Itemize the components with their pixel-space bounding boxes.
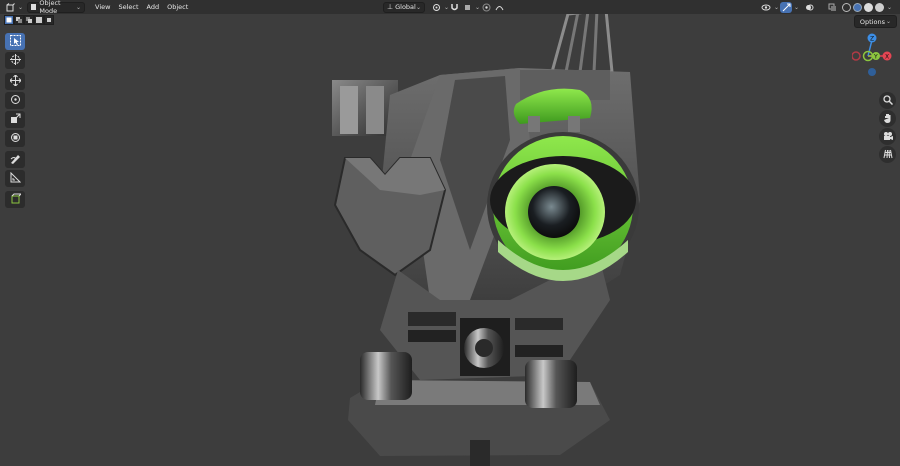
mode-label: Object Mode <box>39 0 61 15</box>
rotate-tool[interactable] <box>5 92 25 109</box>
measure-tool[interactable] <box>5 170 25 187</box>
scale-tool[interactable] <box>5 111 25 128</box>
menu-add[interactable]: Add <box>143 2 164 13</box>
camera-icon <box>883 131 893 143</box>
cursor-tool[interactable] <box>5 52 25 69</box>
navigation-gizmo: Z Y X <box>852 32 896 182</box>
chevron-down-icon: ⌄ <box>76 3 82 11</box>
solid-icon[interactable] <box>853 2 862 12</box>
antenna-grille <box>550 8 614 74</box>
chevron-down-icon: ⌄ <box>794 3 800 11</box>
zoom-button[interactable] <box>879 92 896 109</box>
menu-view[interactable]: View <box>91 2 114 13</box>
transform-tool[interactable] <box>5 130 25 147</box>
xray-toggle[interactable] <box>826 2 838 13</box>
select-box-tool[interactable] <box>5 33 25 50</box>
options-label: Options <box>859 17 885 26</box>
3d-viewport[interactable]: ⌄ Object Mode ⌄ View Select Add Object ⊥… <box>0 0 900 466</box>
visibility-selector[interactable]: ⌄ <box>760 2 779 13</box>
proportional-edit-icon <box>480 2 492 13</box>
axis-gizmo[interactable]: Z Y X <box>852 32 896 82</box>
shading-mode-group: ⌄ <box>842 2 892 12</box>
selection-mode-row <box>4 15 54 26</box>
menu-object[interactable]: Object <box>163 2 192 13</box>
grid-icon <box>883 149 893 161</box>
chevron-down-icon[interactable]: ⌄ <box>887 4 892 11</box>
chevron-down-icon: ⌄ <box>885 18 891 25</box>
select-new-icon[interactable] <box>4 15 14 25</box>
editor-type-selector[interactable]: ⌄ <box>4 2 23 13</box>
tool-shelf <box>5 33 25 210</box>
chevron-down-icon: ⌄ <box>18 3 24 11</box>
magnet-icon <box>448 2 460 13</box>
orientation-icon: ⊥ <box>387 3 394 11</box>
pan-button[interactable] <box>879 110 896 127</box>
falloff-icon <box>493 2 505 13</box>
chevron-down-icon: ⌄ <box>774 3 780 11</box>
gizmo-z-label: Z <box>870 36 874 43</box>
menu-select[interactable]: Select <box>114 2 142 13</box>
gizmo-toggle[interactable]: ⌄ <box>780 1 800 13</box>
zoom-icon <box>882 94 893 107</box>
material-icon[interactable] <box>864 2 873 12</box>
snap-target-icon <box>461 2 473 13</box>
snap-toggle[interactable]: ⌄ <box>448 2 480 13</box>
viewport-header: ⌄ Object Mode ⌄ View Select Add Object ⊥… <box>0 0 900 15</box>
select-invert-icon[interactable] <box>34 15 44 25</box>
proportional-edit-toggle[interactable] <box>480 2 505 13</box>
annotate-tool[interactable] <box>5 151 25 168</box>
robot-eye-render <box>332 8 640 466</box>
overlay-icon <box>803 2 815 13</box>
chevron-down-icon: ⌄ <box>415 3 421 11</box>
pivot-point-icon <box>430 2 442 13</box>
pivot-point-selector[interactable]: ⌄ <box>430 2 449 13</box>
mode-selector[interactable]: Object Mode ⌄ <box>27 0 86 15</box>
move-icon <box>8 74 22 88</box>
select-subtract-icon[interactable] <box>24 15 34 25</box>
select-box-icon <box>9 35 21 48</box>
gizmo-x-label: X <box>885 54 889 61</box>
select-intersect-icon[interactable] <box>44 15 54 25</box>
rotate-icon <box>10 94 21 107</box>
move-tool[interactable] <box>5 73 25 90</box>
cursor-icon <box>9 54 21 67</box>
transform-orientation-selector[interactable]: ⊥ Global ⌄ <box>383 1 425 13</box>
add-cube-tool[interactable] <box>5 191 25 208</box>
gizmo-y-label: Y <box>873 54 878 61</box>
xray-icon <box>826 2 838 13</box>
measure-icon <box>10 171 21 185</box>
wireframe-icon[interactable] <box>842 2 851 12</box>
grid-view-button[interactable] <box>879 146 896 163</box>
rendered-icon[interactable] <box>875 2 884 12</box>
orientation-label: Global <box>395 3 416 11</box>
select-extend-icon[interactable] <box>14 15 24 25</box>
hand-icon <box>883 113 893 125</box>
options-button[interactable]: Options ⌄ <box>853 15 897 28</box>
camera-view-button[interactable] <box>879 128 896 145</box>
cube-editor-icon <box>4 2 16 13</box>
annotate-icon <box>10 153 21 166</box>
overlays-toggle[interactable] <box>803 2 815 13</box>
object-mode-icon <box>31 4 37 10</box>
scale-icon <box>10 113 21 126</box>
gizmo-icon <box>780 1 792 13</box>
add-cube-icon <box>10 193 22 206</box>
eye-icon <box>760 2 772 13</box>
transform-icon <box>10 132 21 145</box>
